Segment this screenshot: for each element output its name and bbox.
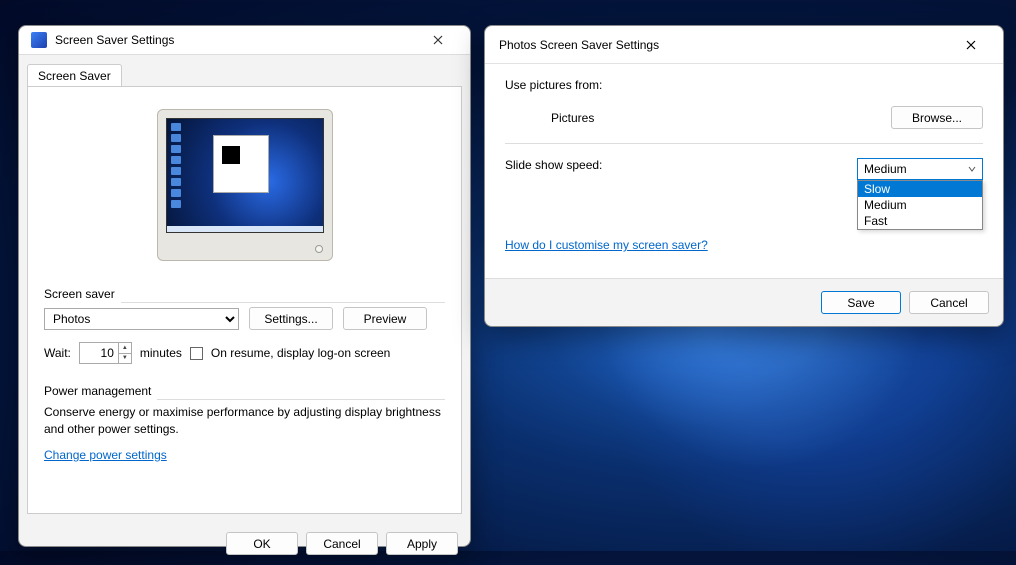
slideshow-speed-select[interactable]: Medium [857, 158, 983, 180]
power-description: Conserve energy or maximise performance … [44, 404, 445, 438]
wait-label: Wait: [44, 346, 71, 360]
speed-option-fast[interactable]: Fast [858, 213, 982, 229]
dialog-body: Screen Saver Screen saver Photos Setting… [19, 55, 470, 522]
resume-checkbox[interactable] [190, 347, 203, 360]
apply-button[interactable]: Apply [386, 532, 458, 555]
close-icon [433, 35, 443, 45]
slideshow-speed-dropdown[interactable]: Slow Medium Fast [857, 180, 983, 230]
ok-button[interactable]: OK [226, 532, 298, 555]
speed-selected-value: Medium [864, 162, 907, 176]
titlebar: Screen Saver Settings [19, 26, 470, 55]
tab-screen-saver[interactable]: Screen Saver [27, 64, 122, 87]
speed-option-medium[interactable]: Medium [858, 197, 982, 213]
customise-help-link[interactable]: How do I customise my screen saver? [505, 238, 708, 252]
wait-input[interactable] [80, 343, 118, 363]
speed-option-slow[interactable]: Slow [858, 181, 982, 197]
chevron-down-icon [968, 165, 976, 173]
photos-screensaver-settings-dialog: Photos Screen Saver Settings Use picture… [484, 25, 1004, 327]
preview-button[interactable]: Preview [343, 307, 427, 330]
resume-label: On resume, display log-on screen [211, 346, 390, 360]
close-button[interactable] [951, 31, 991, 59]
dialog-body: Use pictures from: Pictures Browse... Sl… [485, 64, 1003, 278]
screen-saver-settings-dialog: Screen Saver Settings Screen Saver Scree… [18, 25, 471, 547]
dialog-footer: Save Cancel [485, 278, 1003, 326]
cancel-button[interactable]: Cancel [909, 291, 989, 314]
spinner-up-icon[interactable]: ▲ [119, 343, 131, 354]
power-group-label: Power management [44, 384, 151, 398]
use-pictures-from-label: Use pictures from: [505, 78, 602, 92]
close-button[interactable] [418, 26, 458, 54]
save-button[interactable]: Save [821, 291, 901, 314]
screensaver-group-label: Screen saver [44, 287, 115, 301]
pictures-folder-value: Pictures [551, 111, 594, 125]
wait-spinner[interactable]: ▲ ▼ [79, 342, 132, 364]
tab-panel: Screen saver Photos Settings... Preview … [27, 86, 462, 514]
window-title: Screen Saver Settings [55, 33, 418, 47]
window-title: Photos Screen Saver Settings [499, 38, 951, 52]
spinner-down-icon[interactable]: ▼ [119, 354, 131, 364]
minutes-label: minutes [140, 346, 182, 360]
titlebar: Photos Screen Saver Settings [485, 26, 1003, 64]
slideshow-speed-label: Slide show speed: [505, 158, 602, 172]
dialog-footer: OK Cancel Apply [19, 522, 470, 565]
app-icon [31, 32, 47, 48]
screensaver-select[interactable]: Photos [44, 308, 239, 330]
change-power-settings-link[interactable]: Change power settings [44, 448, 167, 462]
browse-button[interactable]: Browse... [891, 106, 983, 129]
close-icon [966, 40, 976, 50]
settings-button[interactable]: Settings... [249, 307, 333, 330]
cancel-button[interactable]: Cancel [306, 532, 378, 555]
screensaver-preview-monitor [157, 109, 333, 261]
